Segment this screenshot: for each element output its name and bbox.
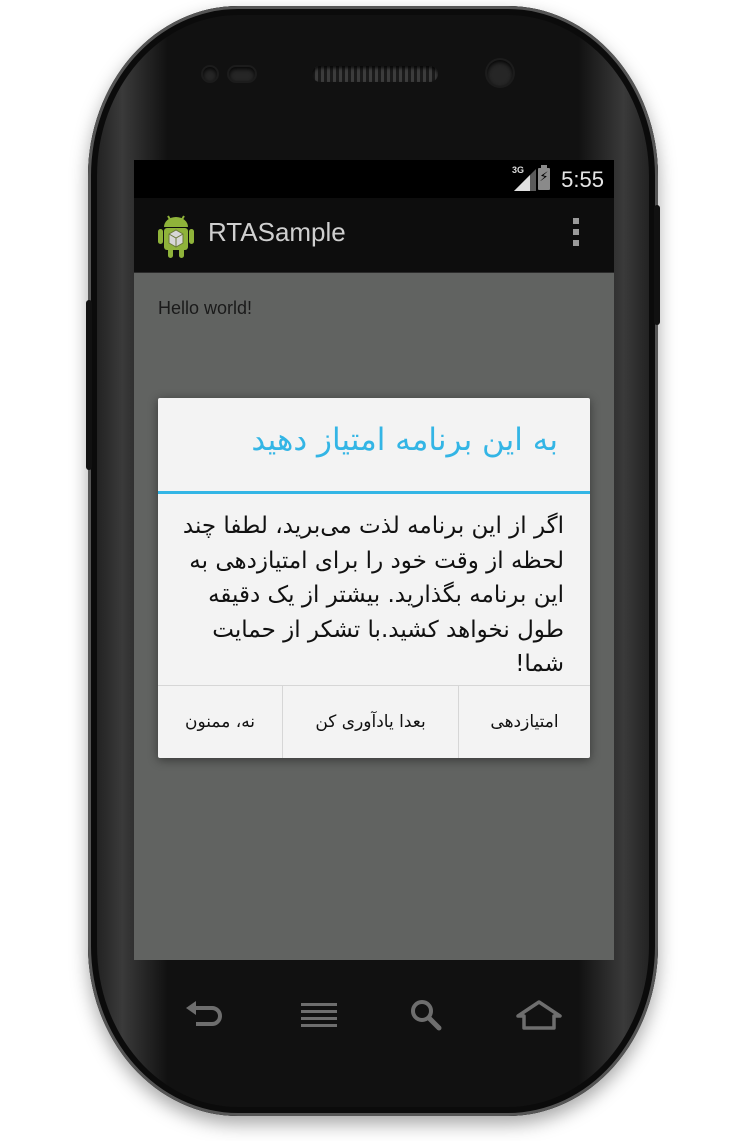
sensor-icon: [229, 67, 255, 81]
overflow-menu-icon[interactable]: [572, 218, 580, 252]
hello-text: Hello world!: [158, 298, 253, 318]
no-thanks-button[interactable]: نه، ممنون: [158, 686, 282, 758]
signal-icon: [514, 169, 536, 191]
status-bar: 3G 5:55: [134, 160, 614, 198]
screen: 3G 5:55 RTASample Hello world! به این: [134, 160, 614, 960]
android-icon[interactable]: [158, 214, 194, 258]
menu-icon[interactable]: [289, 990, 349, 1040]
sensor-icon: [203, 67, 217, 81]
rate-button[interactable]: امتیازدهی: [458, 686, 590, 758]
status-time: 5:55: [561, 167, 604, 192]
dialog-message: اگر از این برنامه لذت می‌برید، لطفا چند …: [182, 513, 564, 677]
battery-charging-icon: [538, 165, 550, 190]
back-icon[interactable]: [174, 990, 234, 1040]
action-bar: RTASample: [134, 198, 614, 273]
volume-button: [86, 300, 92, 470]
power-button: [654, 205, 660, 325]
search-icon[interactable]: [397, 990, 457, 1040]
front-camera-icon: [487, 60, 513, 86]
dialog-title: به این برنامه امتیاز دهید: [158, 398, 590, 494]
home-icon[interactable]: [509, 990, 569, 1040]
remind-later-button[interactable]: بعدا یادآوری کن: [282, 686, 458, 758]
earpiece-speaker: [312, 66, 438, 82]
rate-dialog: به این برنامه امتیاز دهید اگر از این برن…: [158, 398, 590, 758]
app-title: RTASample: [208, 217, 346, 247]
dialog-button-bar: امتیازدهی بعدا یادآوری کن نه، ممنون: [158, 685, 590, 758]
navigation-bar: [134, 960, 614, 1076]
